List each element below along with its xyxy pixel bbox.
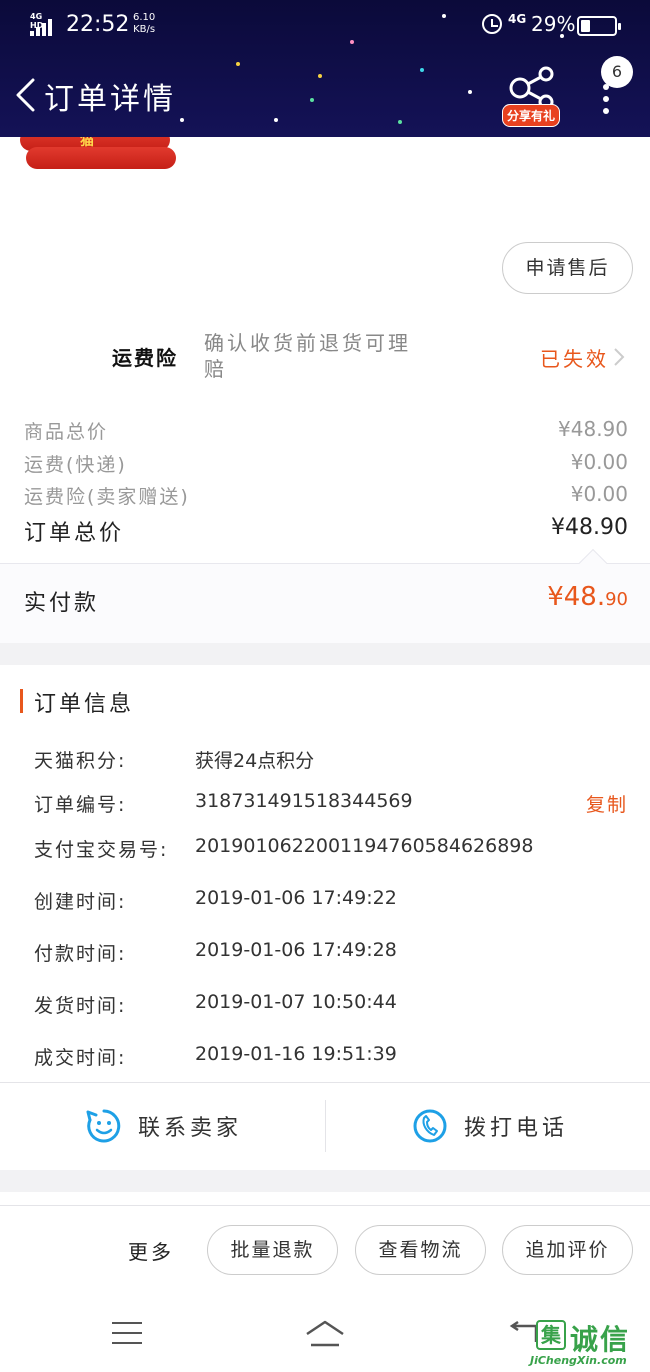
status-bar: 4G HD 22:52 6.10 KB/s 4G 29% [0,10,650,42]
tmall-points-value: 获得24点积分 [195,750,315,772]
sausage-shape [26,147,176,169]
order-info-title: 订单信息 [34,692,135,717]
freight-insurance-name: 运费险 [112,346,178,370]
status-time: 22:52 [66,12,130,37]
freight-insurance-description: 确认收货前退货可理赔 [204,331,411,381]
payment-decimal: 90 [605,589,628,610]
contact-seller-button[interactable]: 联系卖家 [86,1100,242,1152]
home-icon[interactable] [303,1318,347,1348]
contact-seller-label: 联系卖家 [138,1116,243,1141]
header: 4G HD 22:52 6.10 KB/s 4G 29% 订单详情 分享有礼 6 [0,0,650,137]
actual-payment-label: 实付款 [24,591,100,616]
back-arrow-icon[interactable] [14,78,36,112]
share-reward-label[interactable]: 分享有礼 [502,104,561,127]
site-watermark-logo: 集 诚信 JiChengXin.com [530,1318,650,1372]
contact-divider [325,1100,326,1152]
watermark-text: 诚信 [570,1323,631,1356]
phone-icon [413,1109,447,1143]
call-phone-label: 拨打电话 [464,1116,569,1141]
watermark-url: JiChengXin.com [530,1354,627,1367]
more-actions-label: 更多 [128,1240,174,1264]
chevron-right-icon[interactable] [612,347,626,367]
section-gap [0,643,650,665]
copy-order-number-button[interactable]: 复制 [586,790,628,817]
star-decoration [398,120,402,124]
paid-time-value: 2019-01-06 17:49:28 [195,939,397,961]
product-image[interactable]: 猫 [20,137,180,181]
signal-icon: 4G HD [30,12,58,36]
created-time-value: 2019-01-06 17:49:22 [195,887,397,909]
call-phone-button[interactable]: 拨打电话 [412,1100,568,1152]
payment-integer: ¥48. [547,582,606,612]
shipped-time-value: 2019-01-07 10:50:44 [195,991,397,1013]
order-total-label: 订单总价 [24,521,125,546]
star-decoration [236,62,240,66]
completed-time-label: 成交时间: [34,1047,127,1069]
menu-icon[interactable] [112,1322,142,1346]
goods-total-label: 商品总价 [24,421,109,443]
order-number-label: 订单编号: [34,794,127,816]
paid-time-label: 付款时间: [34,943,127,965]
watermark-box: 集 [536,1320,566,1350]
freight-insurance-status[interactable]: 已失效 [540,343,609,372]
actual-payment-value: ¥48.90 [547,582,628,612]
order-number-value: 318731491518344569 [195,790,413,812]
speed-unit: KB/s [133,24,156,35]
more-menu-icon[interactable] [596,84,616,118]
alipay-trade-no-value: 2019010622001194760584626898 [195,835,534,857]
alarm-icon [482,14,502,34]
star-decoration [180,118,184,122]
message-count-badge[interactable]: 6 [601,56,633,88]
battery-icon [577,16,621,36]
speed-value: 6.10 [133,12,156,23]
star-decoration [318,74,322,78]
shipped-time-label: 发货时间: [34,995,127,1017]
batch-refund-button[interactable]: 批量退款 [207,1225,338,1275]
battery-percent: 29% [531,12,576,36]
insurance-fee-value: ¥0.00 [570,482,628,506]
alipay-trade-no-label: 支付宝交易号: [34,839,169,861]
star-decoration [274,118,278,122]
completed-time-value: 2019-01-16 19:51:39 [195,1043,397,1065]
order-total-value: ¥48.90 [551,515,628,540]
created-time-label: 创建时间: [34,891,127,913]
section-gap [0,1170,650,1192]
tmall-points-label: 天猫积分: [34,750,127,772]
section-accent-bar [20,689,23,713]
shipping-fee-value: ¥0.00 [570,450,628,474]
star-decoration [310,98,314,102]
order-detail-page: 4G HD 22:52 6.10 KB/s 4G 29% 订单详情 分享有礼 6… [0,0,650,1372]
shipping-fee-label: 运费(快递) [24,454,127,476]
star-decoration [420,68,424,72]
goods-total-value: ¥48.90 [558,417,628,441]
star-decoration [468,90,472,94]
page-title: 订单详情 [44,82,176,117]
chat-face-icon [86,1109,121,1143]
network-speed: 6.10 KB/s [133,12,155,36]
add-review-button[interactable]: 追加评价 [502,1225,633,1275]
data-type: 4G [508,12,527,26]
insurance-fee-label: 运费险(卖家赠送) [24,486,190,508]
apply-after-sale-button[interactable]: 申请售后 [502,242,633,294]
view-logistics-button[interactable]: 查看物流 [355,1225,486,1275]
